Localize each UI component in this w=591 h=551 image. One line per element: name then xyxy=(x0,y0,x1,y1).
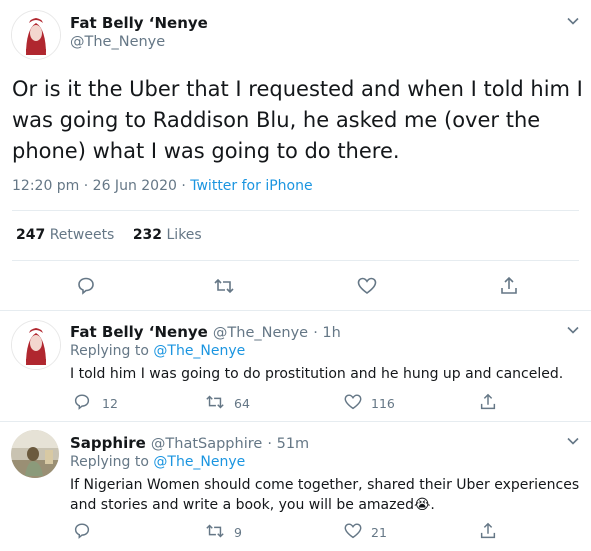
replying-prefix: Replying to xyxy=(70,454,149,470)
retweet-icon[interactable] xyxy=(204,392,226,412)
meta-separator: · xyxy=(181,178,186,194)
reply-text: If Nigerian Women should come together, … xyxy=(70,477,580,513)
tweet-meta: 12:20 pm · 26 Jun 2020 · Twitter for iPh… xyxy=(12,178,313,194)
avatar[interactable] xyxy=(11,430,59,478)
divider xyxy=(12,210,579,211)
like-count: 116 xyxy=(371,396,395,411)
divider xyxy=(12,260,579,261)
author-handle[interactable]: @The_Nenye xyxy=(70,34,165,50)
reply-header: Fat Belly ‘Nenye @The_Nenye · 1h xyxy=(70,322,341,341)
author-handle[interactable]: @ThatSapphire xyxy=(151,436,262,452)
reply-icon[interactable] xyxy=(75,275,97,297)
divider xyxy=(0,421,591,422)
avatar[interactable] xyxy=(11,320,61,370)
tweet-source[interactable]: Twitter for iPhone xyxy=(190,178,312,194)
reply-header: Sapphire @ThatSapphire · 51m xyxy=(70,433,309,452)
share-icon[interactable] xyxy=(478,392,498,412)
chevron-down-icon[interactable] xyxy=(566,434,580,448)
tweet-age[interactable]: · 1h xyxy=(313,325,341,341)
replying-to: Replying to @The_Nenye xyxy=(70,454,245,470)
likes-count: 232 xyxy=(132,227,163,243)
chevron-down-icon[interactable] xyxy=(566,323,580,337)
likes-label: Likes xyxy=(166,227,202,243)
replying-prefix: Replying to xyxy=(70,343,149,359)
retweet-icon[interactable] xyxy=(212,275,236,297)
retweet-icon[interactable] xyxy=(204,521,226,541)
replying-to: Replying to @The_Nenye xyxy=(70,343,245,359)
tweet-age[interactable]: · 51m xyxy=(267,436,309,452)
like-count: 21 xyxy=(371,525,387,540)
like-icon[interactable] xyxy=(343,392,363,412)
share-icon[interactable] xyxy=(498,275,520,297)
retweet-count: 9 xyxy=(234,525,242,540)
like-icon[interactable] xyxy=(343,521,363,541)
tweet-stats: 247 Retweets 232 Likes xyxy=(16,227,202,243)
reply-icon[interactable] xyxy=(72,392,92,412)
author-name[interactable]: Fat Belly ‘Nenye xyxy=(70,14,208,32)
like-icon[interactable] xyxy=(356,275,378,297)
tweet-time[interactable]: 12:20 pm · 26 Jun 2020 xyxy=(12,178,177,194)
reply-icon[interactable] xyxy=(72,521,92,541)
replying-to-handle[interactable]: @The_Nenye xyxy=(153,454,245,470)
retweets-stat[interactable]: 247 Retweets xyxy=(16,227,119,243)
retweet-count: 64 xyxy=(234,396,250,411)
likes-stat[interactable]: 232 Likes xyxy=(133,227,202,243)
divider xyxy=(0,310,591,311)
retweets-count: 247 xyxy=(16,227,46,243)
replying-to-handle[interactable]: @The_Nenye xyxy=(153,343,245,359)
chevron-down-icon[interactable] xyxy=(566,14,580,28)
reply-text: I told him I was going to do prostitutio… xyxy=(70,366,564,382)
retweets-label: Retweets xyxy=(49,227,115,243)
reply-count: 12 xyxy=(102,396,118,411)
tweet-text: Or is it the Uber that I requested and w… xyxy=(12,77,583,163)
author-name[interactable]: Sapphire xyxy=(70,434,146,452)
author-name[interactable]: Fat Belly ‘Nenye xyxy=(70,323,208,341)
share-icon[interactable] xyxy=(478,521,498,541)
author-handle[interactable]: @The_Nenye xyxy=(213,325,308,341)
avatar[interactable] xyxy=(11,10,61,60)
